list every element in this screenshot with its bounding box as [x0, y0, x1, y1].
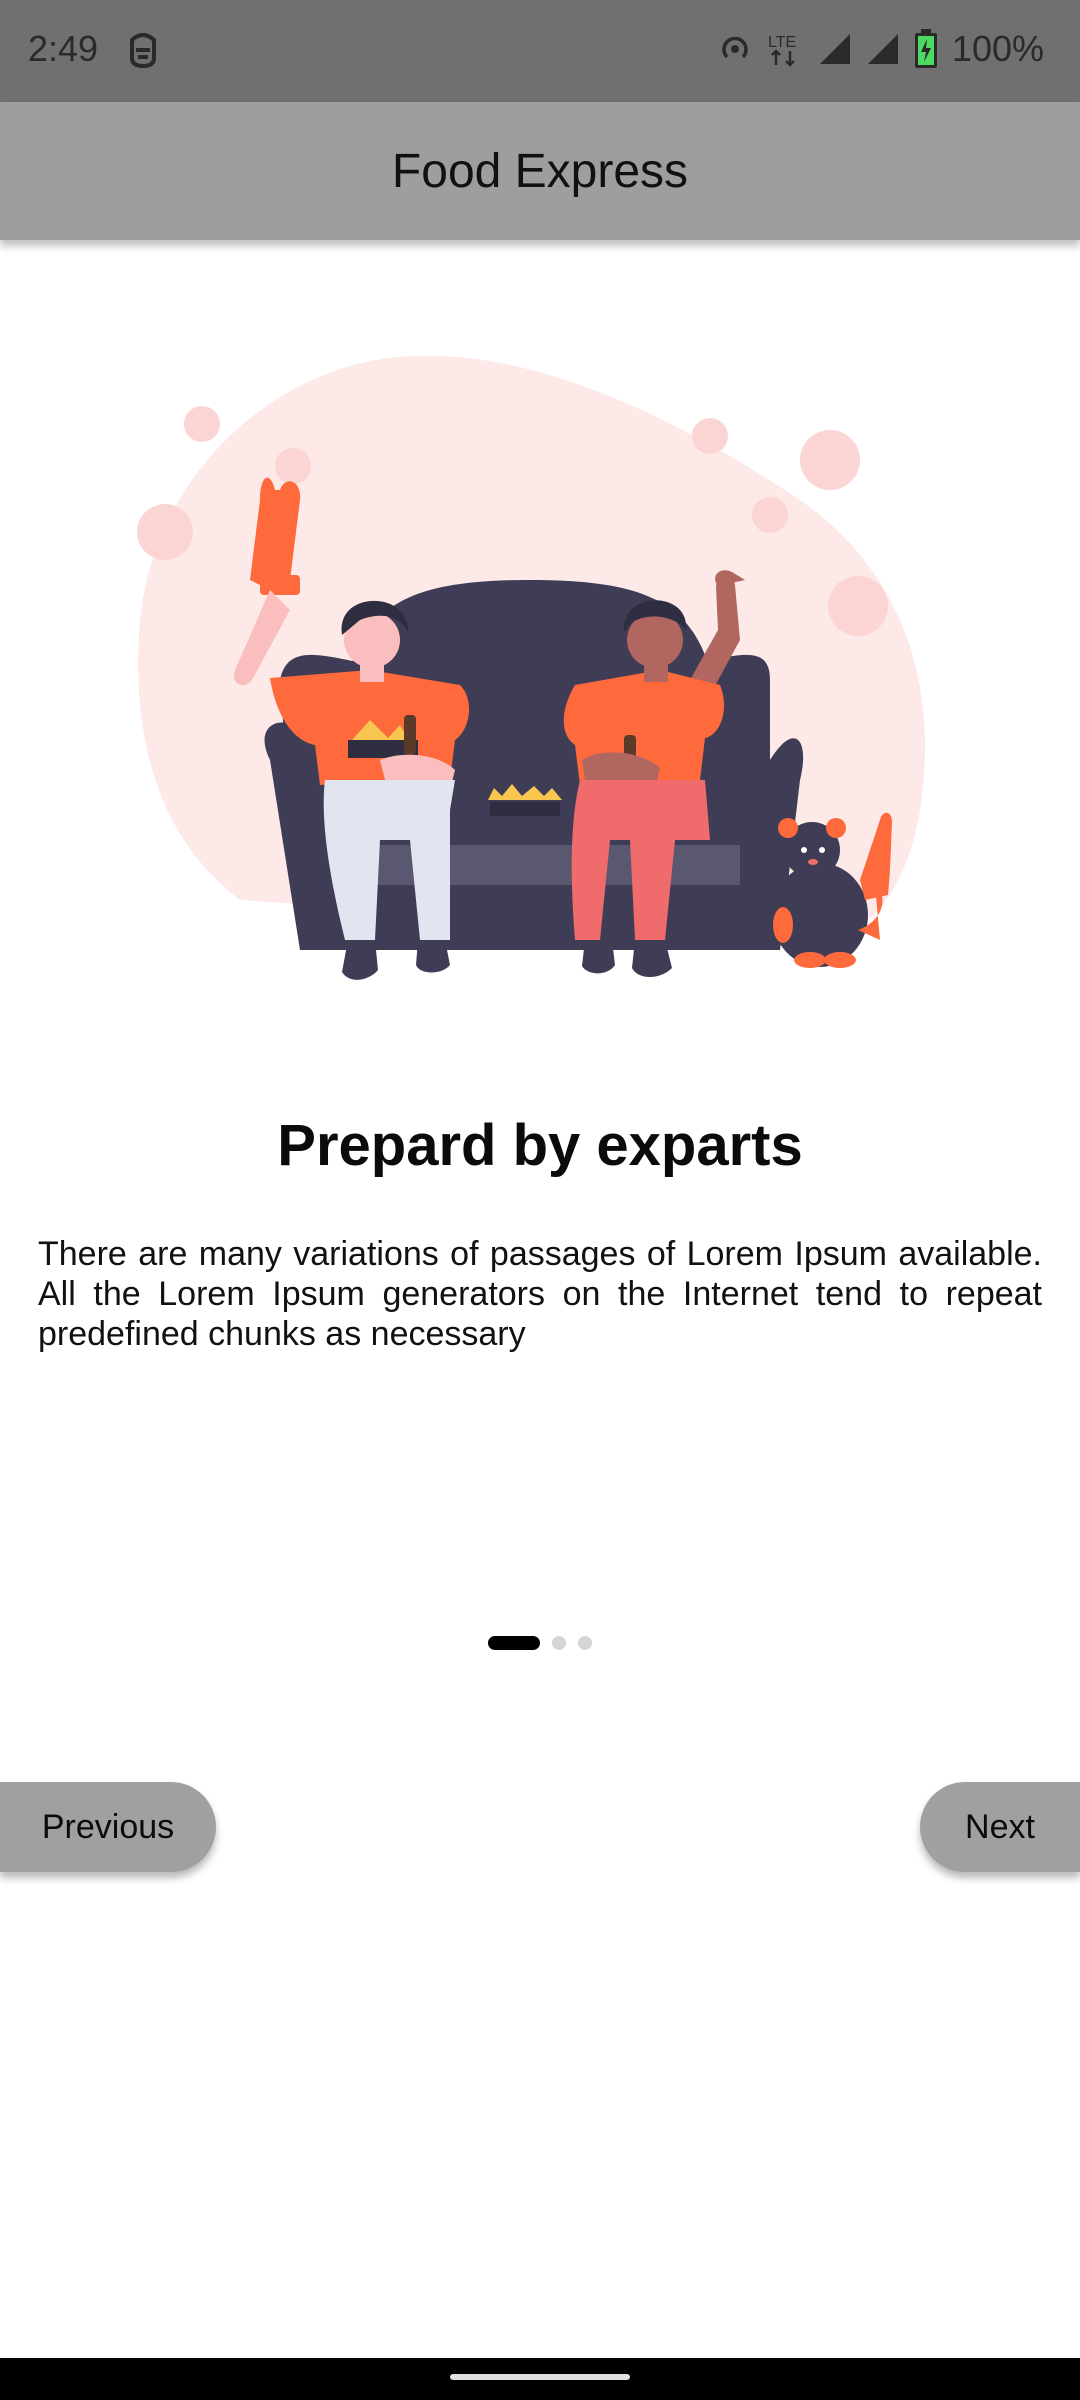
onboarding-description: There are many variations of passages of… — [38, 1235, 1042, 1353]
battery-charging-icon — [914, 29, 938, 69]
previous-button[interactable]: Previous — [0, 1782, 216, 1872]
page-dot-active[interactable] — [488, 1636, 540, 1650]
signal-icon — [866, 32, 900, 66]
onboarding-title: Prepard by exparts — [277, 1113, 803, 1178]
status-time: 2:49 — [28, 28, 99, 69]
lte-icon: LTE — [766, 31, 804, 67]
page-dot[interactable] — [578, 1636, 592, 1650]
page-indicator — [0, 1636, 1080, 1650]
signal-icon — [818, 32, 852, 66]
status-bar: 2:49 LTE 100% — [0, 0, 1080, 102]
next-button[interactable]: Next — [920, 1782, 1080, 1872]
onboarding-screen: 2:49 LTE 100% Food Express Prepard by ex… — [0, 0, 1080, 2400]
hotspot-icon — [718, 32, 752, 66]
android-debug-icon — [126, 30, 160, 70]
app-bar: Food Express — [0, 102, 1080, 240]
battery-percentage: 100% — [951, 28, 1044, 69]
navigation-bar — [0, 2358, 1080, 2400]
page-title: Food Express — [391, 144, 689, 198]
home-handle[interactable] — [450, 2374, 630, 2380]
page-dot[interactable] — [552, 1636, 566, 1650]
svg-text:LTE: LTE — [768, 34, 796, 51]
status-icons: LTE 100% — [718, 28, 1044, 70]
two-fans-on-couch-illustration — [120, 340, 960, 1020]
